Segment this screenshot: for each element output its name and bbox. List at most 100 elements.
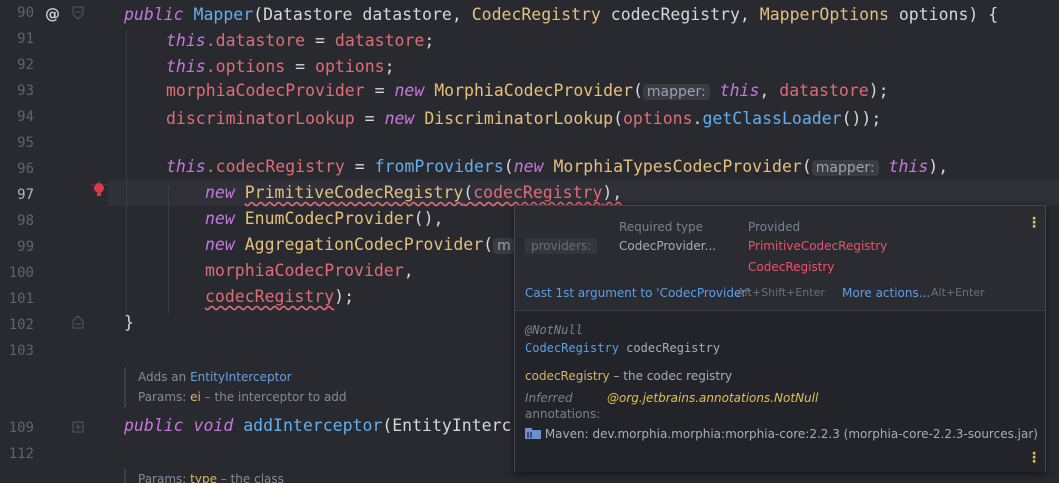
line-number: 99 (17, 239, 34, 255)
field: morphiaCodecProvider (205, 261, 404, 280)
field: morphiaCodecProvider (166, 81, 365, 100)
code-line[interactable]: discriminatorLookup = new DiscriminatorL… (166, 109, 881, 128)
code-text: , (759, 81, 780, 100)
kebab-menu-icon[interactable]: ⋮ (1027, 450, 1041, 466)
type-name: MapperOptions (759, 5, 889, 24)
required-type-value: CodecProvider... (619, 239, 717, 253)
code-editor[interactable]: 90 91 92 93 94 95 96 97 98 99 100 101 10… (0, 0, 1059, 483)
code-text: ()); (841, 109, 882, 128)
code-line[interactable]: this.datastore = datastore; (166, 31, 434, 50)
code-line[interactable]: new AggregationCodecProvider(m (205, 235, 515, 254)
maven-library-row[interactable]: Maven: dev.morphia.morphia:morphia-core:… (525, 427, 1038, 441)
variable-error: codecRegistry (473, 183, 603, 202)
code-line[interactable]: } (124, 313, 134, 332)
code-text: = (285, 57, 316, 76)
override-at-icon[interactable]: @ (44, 5, 62, 23)
code-text: ( (503, 157, 514, 176)
code-text: ( (463, 183, 474, 202)
cast-shortcut: Alt+Shift+Enter (737, 286, 825, 299)
code-text: = (344, 157, 375, 176)
code-text: (), (413, 209, 444, 228)
code-text: ); (334, 287, 355, 306)
line-number: 98 (17, 213, 34, 229)
code-text: ( (801, 157, 812, 176)
line-number: 90 (17, 5, 34, 21)
fold-end-icon[interactable] (72, 315, 84, 329)
javadoc-text: – the interceptor to add (200, 390, 347, 404)
code-line[interactable]: this.codecRegistry = fromProviders(new M… (166, 157, 948, 176)
keyword: this (719, 81, 760, 100)
annotations-label: annotations: (525, 407, 601, 421)
variable: datastore (334, 31, 425, 50)
javadoc-line: Params: ei – the interceptor to add (138, 387, 538, 407)
lightbulb-error-icon[interactable] (91, 181, 107, 199)
code-line[interactable]: public Mapper(Datastore datastore, Codec… (124, 5, 998, 24)
line-number: 103 (8, 343, 34, 359)
code-text: (Datastore datastore, (253, 5, 472, 24)
param-name: codecRegistry (525, 369, 610, 383)
code-line[interactable]: public void addInterceptor(EntityInterc (124, 416, 511, 435)
code-line[interactable]: codecRegistry); (205, 287, 354, 306)
variable: datastore (779, 81, 869, 100)
parameter-hint: mapper: (811, 160, 879, 176)
javadoc-text: – the class (216, 472, 284, 483)
kebab-menu-icon[interactable]: ⋮ (1027, 215, 1041, 231)
class-name: MorphiaCodecProvider (434, 81, 633, 100)
fold-start-icon[interactable] (72, 6, 84, 20)
variable: options (315, 57, 385, 76)
line-number: 101 (8, 291, 34, 307)
code-text: ; (384, 57, 395, 76)
javadoc-param: ei (190, 390, 201, 404)
javadoc-line: Params: type – the class (138, 469, 538, 483)
code-text: ( (613, 109, 623, 128)
parameter-hint: m (493, 238, 515, 254)
required-type-header: Required type (619, 220, 704, 234)
variable: options (623, 109, 693, 128)
keyword: new (394, 81, 425, 100)
rendered-javadoc[interactable]: Adds an EntityInterceptor Params: ei – t… (124, 367, 538, 407)
code-text: ), (602, 183, 623, 202)
keyword: this (166, 157, 206, 176)
field: .codecRegistry (205, 157, 345, 176)
parameter-hint: mapper: (642, 84, 710, 100)
rendered-javadoc[interactable]: Params: type – the class (124, 469, 538, 483)
field: .datastore (205, 31, 306, 50)
code-line[interactable]: new EnumCodecProvider(), (205, 209, 443, 228)
code-text: codecRegistry, (600, 5, 760, 24)
line-number: 109 (8, 420, 34, 436)
line-number: 92 (17, 57, 34, 73)
keyword: void (193, 416, 234, 435)
javadoc-link[interactable]: EntityInterceptor (190, 370, 292, 384)
class-name-error: PrimitiveCodecRegistry (244, 183, 464, 202)
javadoc-text: Params: (138, 472, 191, 483)
more-actions-link[interactable]: More actions... (842, 286, 930, 300)
constructor-name: Mapper (193, 5, 254, 24)
code-line[interactable]: new PrimitiveCodecRegistry(codecRegistry… (205, 183, 622, 202)
javadoc-text: Adds an (138, 370, 191, 384)
parameter-label: providers: (525, 238, 598, 254)
line-number: 102 (8, 317, 34, 333)
keyword: public (124, 5, 184, 24)
cast-argument-action[interactable]: Cast 1st argument to 'CodecProvider' (525, 286, 750, 300)
code-line[interactable]: morphiaCodecProvider, (205, 261, 414, 280)
declaration-type[interactable]: CodecRegistry (525, 341, 619, 355)
line-number: 91 (17, 31, 34, 47)
provided-type-value: CodecRegistry (748, 260, 835, 274)
code-text: = (354, 109, 385, 128)
code-text: ), (928, 157, 949, 176)
method-call: getClassLoader (702, 109, 842, 128)
error-tooltip-popup[interactable]: Required type Provided providers: CodecP… (514, 205, 1046, 472)
code-text: (EntityInterc (382, 416, 512, 435)
fold-collapsed-icon[interactable] (72, 421, 84, 433)
method-call: fromProviders (374, 157, 504, 176)
class-name: DiscriminatorLookup (424, 109, 614, 128)
code-line[interactable]: morphiaCodecProvider = new MorphiaCodecP… (166, 81, 889, 100)
keyword: new (205, 183, 235, 202)
code-line[interactable]: this.options = options; (166, 57, 395, 76)
javadoc-param: type (190, 472, 217, 483)
method-name: addInterceptor (243, 416, 383, 435)
keyword: public (124, 416, 184, 435)
class-name: EnumCodecProvider (244, 209, 414, 228)
param-description: – the codec registry (609, 369, 733, 383)
line-number: 94 (17, 109, 34, 125)
